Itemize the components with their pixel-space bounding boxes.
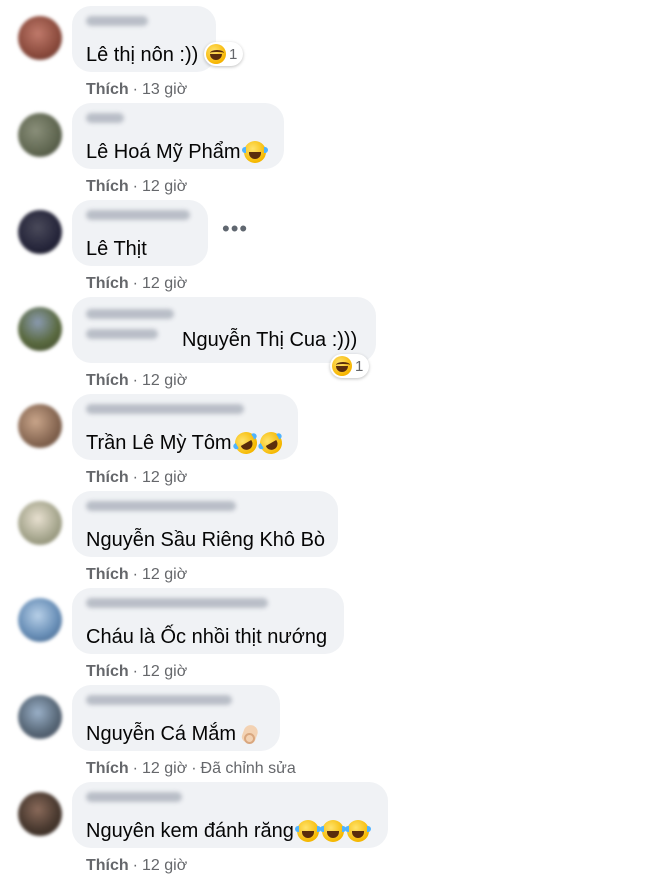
timestamp[interactable]: 12 giờ <box>142 178 187 195</box>
like-button[interactable]: Thích <box>86 372 129 389</box>
like-button[interactable]: Thích <box>86 275 129 292</box>
author-name[interactable] <box>86 309 174 319</box>
reaction-badge[interactable]: 1 <box>204 42 244 66</box>
author-name[interactable] <box>86 695 232 705</box>
tears-of-joy-icon <box>241 141 268 163</box>
comment-meta: Thích · 12 giờ <box>86 566 188 583</box>
squinting-laugh-icon <box>206 44 226 64</box>
reaction-count: 1 <box>229 45 238 63</box>
avatar[interactable] <box>18 16 62 60</box>
author-name[interactable] <box>86 16 148 26</box>
comment-item: Nguyên kem đánh răng Thích · 12 giờ <box>0 782 650 879</box>
edited-label[interactable]: Đã chỉnh sửa <box>201 760 296 777</box>
comment-meta: Thích · 13 giờ <box>86 81 188 98</box>
author-name[interactable] <box>86 792 182 802</box>
avatar[interactable] <box>18 210 62 254</box>
comment-meta: Thích · 12 giờ <box>86 469 188 486</box>
comment-meta: Thích · 12 giờ · Đã chỉnh sửa <box>86 760 296 777</box>
rolling-on-floor-laughing-icon <box>230 427 261 459</box>
rolling-on-floor-laughing-icon <box>255 427 286 459</box>
ok-hand-icon <box>240 723 262 745</box>
avatar[interactable] <box>18 307 62 351</box>
comment-bubble[interactable]: Lê thị nôn :)) <box>72 6 216 72</box>
comment-bubble[interactable]: Nguyễn Cá Mắm <box>72 685 280 751</box>
comment-text: Nguyễn Sầu Riêng Khô Bò <box>86 529 326 551</box>
avatar[interactable] <box>18 695 62 739</box>
avatar[interactable] <box>18 501 62 545</box>
comment-item: Cháu là Ốc nhồi thịt nướng Thích · 12 giờ <box>0 588 650 685</box>
comment-meta: Thích · 12 giờ <box>86 857 188 874</box>
avatar[interactable] <box>18 113 62 157</box>
reaction-count: 1 <box>355 357 364 375</box>
tears-of-joy-icon <box>294 820 321 842</box>
comment-text: Trần Lê Mỳ Tôm <box>86 427 286 459</box>
comment-text: Nguyễn Thị Cua :))) <box>182 329 358 351</box>
tears-of-joy-icon <box>344 820 371 842</box>
author-name[interactable] <box>86 404 244 414</box>
like-button[interactable]: Thích <box>86 857 129 874</box>
like-button[interactable]: Thích <box>86 469 129 486</box>
avatar[interactable] <box>18 792 62 836</box>
comment-item: Lê Hoá Mỹ Phẩm Thích · 12 giờ <box>0 103 650 200</box>
comment-item: Nguyễn Cá Mắm Thích · 12 giờ · Đã chỉnh sửa <box>0 685 650 782</box>
comment-bubble[interactable]: Cháu là Ốc nhồi thịt nướng <box>72 588 344 654</box>
comment-text: Lê Thịt <box>86 238 147 260</box>
author-name[interactable] <box>86 501 236 511</box>
comment-bubble[interactable]: Nguyên kem đánh răng <box>72 782 388 848</box>
like-button[interactable]: Thích <box>86 663 129 680</box>
timestamp[interactable]: 12 giờ <box>142 760 187 777</box>
comment-meta: Thích · 12 giờ <box>86 275 188 292</box>
comment-item: Trần Lê Mỳ Tôm Thích · 12 giờ <box>0 394 650 491</box>
comment-bubble[interactable]: Trần Lê Mỳ Tôm <box>72 394 298 460</box>
comment-item: Nguyễn Thị Cua :))) 1 Thích · 12 giờ <box>0 297 650 394</box>
timestamp[interactable]: 12 giờ <box>142 372 187 389</box>
like-button[interactable]: Thích <box>86 178 129 195</box>
timestamp[interactable]: 12 giờ <box>142 857 187 874</box>
comment-text: Lê thị nôn :)) <box>86 44 199 66</box>
tears-of-joy-icon <box>319 820 346 842</box>
timestamp[interactable]: 12 giờ <box>142 566 187 583</box>
comment-bubble[interactable]: Lê Hoá Mỹ Phẩm <box>72 103 284 169</box>
comment-bubble[interactable]: Nguyễn Sầu Riêng Khô Bò <box>72 491 338 557</box>
comment-text: Nguyên kem đánh răng <box>86 819 374 843</box>
author-name-line-2 <box>86 329 158 339</box>
author-name[interactable] <box>86 598 268 608</box>
comment-meta: Thích · 12 giờ <box>86 372 188 389</box>
comment-bubble[interactable]: Lê Thịt <box>72 200 208 266</box>
comment-text: Lê Hoá Mỹ Phẩm <box>86 140 270 164</box>
like-button[interactable]: Thích <box>86 760 129 777</box>
timestamp[interactable]: 12 giờ <box>142 663 187 680</box>
comment-item: Lê Thịt ••• Thích · 12 giờ <box>0 200 650 297</box>
comment-bubble[interactable]: Nguyễn Thị Cua :))) <box>72 297 376 363</box>
like-button[interactable]: Thích <box>86 566 129 583</box>
comment-item: Nguyễn Sầu Riêng Khô Bò Thích · 12 giờ <box>0 491 650 588</box>
reaction-badge[interactable]: 1 <box>330 354 370 378</box>
comment-meta: Thích · 12 giờ <box>86 178 188 195</box>
like-button[interactable]: Thích <box>86 81 129 98</box>
author-name[interactable] <box>86 113 124 123</box>
comment-text: Cháu là Ốc nhồi thịt nướng <box>86 626 328 648</box>
timestamp[interactable]: 13 giờ <box>142 81 187 98</box>
avatar[interactable] <box>18 598 62 642</box>
avatar[interactable] <box>18 404 62 448</box>
squinting-laugh-icon <box>332 356 352 376</box>
author-name[interactable] <box>86 210 190 220</box>
ellipsis-icon[interactable]: ••• <box>222 218 248 240</box>
comment-item: Lê thị nôn :)) 1 Thích · 13 giờ <box>0 6 650 103</box>
comment-text: Nguyễn Cá Mắm <box>86 722 266 746</box>
timestamp[interactable]: 12 giờ <box>142 469 187 486</box>
comment-meta: Thích · 12 giờ <box>86 663 188 680</box>
timestamp[interactable]: 12 giờ <box>142 275 187 292</box>
